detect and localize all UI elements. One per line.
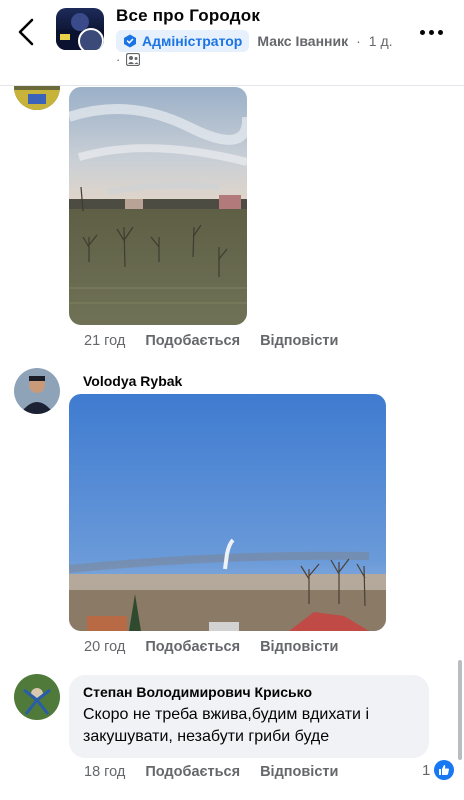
reaction-count[interactable]: 1 bbox=[422, 760, 455, 780]
comment-photo-image bbox=[69, 87, 247, 325]
post-time[interactable]: 1 д. bbox=[369, 33, 393, 49]
comment-actions: 18 год Подобається Відповісти bbox=[84, 764, 338, 780]
comment-photo-field[interactable] bbox=[69, 394, 386, 631]
commenter-avatar-image bbox=[14, 368, 60, 414]
like-button[interactable]: Подобається bbox=[145, 764, 240, 780]
meta-dot-2: · bbox=[116, 52, 121, 67]
commenter-avatar[interactable] bbox=[14, 674, 60, 720]
reply-button[interactable]: Відповісти bbox=[260, 764, 338, 780]
post-meta: Адміністратор Макс Іванник · 1 д. bbox=[116, 30, 393, 52]
admin-shield-icon bbox=[124, 34, 136, 48]
author-avatar bbox=[78, 28, 104, 50]
reply-button[interactable]: Відповісти bbox=[260, 639, 338, 655]
comment-actions: 20 год Подобається Відповісти bbox=[84, 639, 338, 655]
comment-photo-field[interactable] bbox=[69, 87, 247, 325]
admin-badge-label: Адміністратор bbox=[142, 33, 243, 49]
group-avatar[interactable] bbox=[56, 8, 104, 50]
author-name[interactable]: Макс Іванник bbox=[257, 33, 348, 49]
more-options-icon[interactable] bbox=[420, 30, 443, 35]
comment-actions: 21 год Подобається Відповісти bbox=[84, 333, 338, 349]
back-arrow-icon[interactable] bbox=[14, 16, 42, 48]
comment-time[interactable]: 21 год bbox=[84, 333, 125, 349]
meta-dot: · bbox=[356, 33, 361, 49]
scrollbar[interactable] bbox=[458, 660, 462, 760]
group-title[interactable]: Все про Городок bbox=[116, 6, 260, 26]
reaction-count-number: 1 bbox=[422, 761, 431, 779]
post-meta-second-line: · bbox=[116, 52, 141, 67]
admin-badge: Адміністратор bbox=[116, 30, 250, 52]
comment-bubble[interactable]: Степан Володимирович Крисько Скоро не тр… bbox=[69, 675, 429, 758]
comment-time[interactable]: 18 год bbox=[84, 764, 125, 780]
commenter-avatar[interactable] bbox=[14, 368, 60, 414]
commenter-avatar-image bbox=[14, 674, 60, 720]
comment-photo-image bbox=[69, 394, 386, 631]
group-audience-icon bbox=[126, 53, 141, 66]
comment-text: Скоро не треба вжива,будим вдихати і зак… bbox=[83, 706, 369, 745]
post-header: Все про Городок Адміністратор Макс Іванн… bbox=[0, 0, 464, 86]
commenter-name[interactable]: Степан Володимирович Крисько bbox=[83, 684, 415, 700]
like-button[interactable]: Подобається bbox=[145, 333, 240, 349]
commenter-name[interactable]: Volodya Rybak bbox=[83, 373, 182, 389]
reply-button[interactable]: Відповісти bbox=[260, 333, 338, 349]
thumbs-up-icon bbox=[434, 760, 455, 780]
comment-time[interactable]: 20 год bbox=[84, 639, 125, 655]
like-button[interactable]: Подобається bbox=[145, 639, 240, 655]
